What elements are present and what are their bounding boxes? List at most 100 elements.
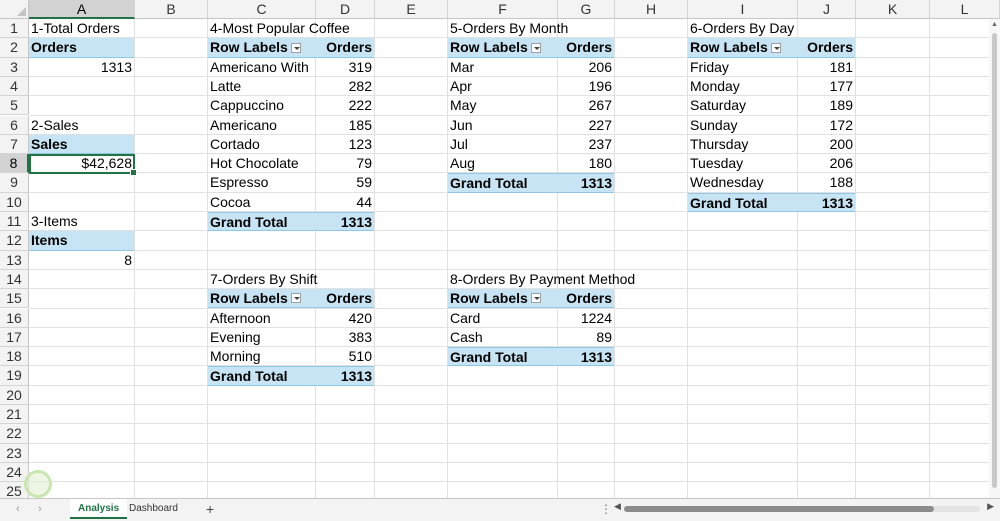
column-header-f[interactable]: F [448,0,558,19]
orders-by-payment-row-value[interactable]: 89 [558,328,614,347]
column-header-j[interactable]: J [798,0,856,19]
vertical-scrollbar[interactable]: ▲ [989,19,1000,498]
row-header-6[interactable]: 6 [0,115,29,135]
filter-dropdown-icon[interactable] [530,42,541,53]
horizontal-scroll-thumb[interactable] [624,506,934,512]
column-header-g[interactable]: G [558,0,615,19]
orders-by-month-row-label[interactable]: May [448,96,558,115]
popular-coffee-row-value[interactable]: 79 [316,154,374,173]
row-header-16[interactable]: 16 [0,308,29,328]
items-header[interactable]: Items [29,231,134,251]
popular-coffee-row-value[interactable]: 319 [316,58,374,77]
sales-title[interactable]: 2-Sales [29,116,134,135]
orders-by-payment-grand-total-label[interactable]: Grand Total [448,347,558,367]
popular-coffee-row-value[interactable]: 44 [316,193,374,212]
orders-by-shift-grand-total-value[interactable]: 1313 [316,366,374,386]
popular-coffee-grand-total-label[interactable]: Grand Total [208,212,316,232]
row-header-1[interactable]: 1 [0,19,29,39]
row-header-2[interactable]: 2 [0,38,29,58]
orders-by-shift-row-label[interactable]: Afternoon [208,309,316,328]
scroll-up-arrow-icon[interactable]: ▲ [991,21,998,28]
popular-coffee-row-label[interactable]: Cappuccino [208,96,316,115]
orders-by-shift-row-label[interactable]: Evening [208,328,316,347]
row-header-21[interactable]: 21 [0,405,29,425]
popular-coffee-row-label[interactable]: Cortado [208,135,316,154]
row-header-9[interactable]: 9 [0,173,29,193]
popular-coffee-orders-header[interactable]: Orders [316,38,374,58]
horizontal-scrollbar[interactable]: ◀ ▶ [614,501,994,515]
orders-by-shift-row-value[interactable]: 510 [316,347,374,366]
tab-nav-prev-icon[interactable]: ‹ [16,503,20,515]
orders-by-month-row-label[interactable]: Jul [448,135,558,154]
orders-by-day-row-label[interactable]: Wednesday [688,173,798,192]
row-header-18[interactable]: 18 [0,347,29,367]
total-orders-title[interactable]: 1-Total Orders [29,19,139,38]
scroll-right-arrow-icon[interactable]: ▶ [987,501,994,512]
filter-dropdown-icon[interactable] [530,293,541,304]
orders-by-day-row-label[interactable]: Sunday [688,116,798,135]
tab-dashboard[interactable]: Dashboard [121,499,186,519]
orders-by-day-row-label[interactable]: Tuesday [688,154,798,173]
orders-by-shift-grand-total-label[interactable]: Grand Total [208,366,316,386]
orders-by-shift-orders-header[interactable]: Orders [316,289,374,309]
orders-by-day-row-value[interactable]: 181 [798,58,855,77]
orders-by-month-row-label[interactable]: Aug [448,154,558,173]
scroll-left-arrow-icon[interactable]: ◀ [614,501,621,512]
orders-by-shift-row-label[interactable]: Morning [208,347,316,366]
vertical-scroll-thumb[interactable] [992,33,997,488]
orders-by-day-row-value[interactable]: 189 [798,96,855,115]
row-header-7[interactable]: 7 [0,134,29,155]
column-header-a[interactable]: A [29,0,135,19]
orders-by-month-row-value[interactable]: 237 [558,135,614,154]
row-header-23[interactable]: 23 [0,443,29,463]
row-header-13[interactable]: 13 [0,250,29,270]
orders-by-day-orders-header[interactable]: Orders [798,38,855,58]
orders-by-day-grand-total-label[interactable]: Grand Total [688,192,798,212]
orders-by-month-row-label[interactable]: Jun [448,116,558,135]
row-header-19[interactable]: 19 [0,366,29,386]
orders-by-day-grand-total-value[interactable]: 1313 [798,192,855,212]
column-header-i[interactable]: I [688,0,798,19]
popular-coffee-row-label[interactable]: Cocoa [208,193,316,212]
sales-header[interactable]: Sales [29,134,134,155]
orders-by-day-title[interactable]: 6-Orders By Day [688,19,1000,38]
popular-coffee-row-labels-header[interactable]: Row Labels [208,38,316,58]
orders-by-day-row-value[interactable]: 206 [798,154,855,173]
column-header-l[interactable]: L [930,0,1000,19]
worksheet-grid[interactable]: ABCDEFGHIJKL 1 2 3 4 5 6 7 8 9 10 11 12 13 14 15 16 17 18… [0,0,1000,498]
popular-coffee-grand-total-value[interactable]: 1313 [316,212,374,232]
total-orders-header[interactable]: Orders [29,38,134,58]
orders-by-month-grand-total-value[interactable]: 1313 [558,173,614,193]
orders-by-payment-grand-total-value[interactable]: 1313 [558,347,614,367]
row-header-22[interactable]: 22 [0,424,29,444]
row-header-20[interactable]: 20 [0,385,29,405]
items-value[interactable]: 8 [29,251,134,270]
orders-by-month-row-label[interactable]: Apr [448,77,558,96]
orders-by-day-row-value[interactable]: 177 [798,77,855,96]
orders-by-payment-row-labels-header[interactable]: Row Labels [448,289,558,309]
popular-coffee-row-value[interactable]: 123 [316,135,374,154]
row-header-12[interactable]: 12 [0,231,29,251]
add-sheet-button[interactable]: + [206,500,214,518]
orders-by-month-row-labels-header[interactable]: Row Labels [448,38,558,58]
orders-by-payment-row-label[interactable]: Card [448,309,558,328]
row-header-11[interactable]: 11 [0,212,29,232]
popular-coffee-row-label[interactable]: Espresso [208,173,316,192]
tab-nav-next-icon[interactable]: › [38,503,42,515]
orders-by-month-row-value[interactable]: 206 [558,58,614,77]
column-header-c[interactable]: C [208,0,316,19]
orders-by-shift-row-value[interactable]: 383 [316,328,374,347]
orders-by-payment-orders-header[interactable]: Orders [558,289,614,309]
orders-by-payment-row-value[interactable]: 1224 [558,309,614,328]
orders-by-payment-title[interactable]: 8-Orders By Payment Method [448,270,814,289]
popular-coffee-row-label[interactable]: Latte [208,77,316,96]
orders-by-month-row-value[interactable]: 267 [558,96,614,115]
row-header-4[interactable]: 4 [0,76,29,97]
select-all-corner[interactable] [0,0,29,19]
row-header-14[interactable]: 14 [0,269,29,290]
popular-coffee-row-value[interactable]: 282 [316,77,374,96]
row-header-15[interactable]: 15 [0,289,29,309]
column-header-k[interactable]: K [856,0,930,19]
column-header-e[interactable]: E [375,0,448,19]
filter-dropdown-icon[interactable] [290,293,301,304]
